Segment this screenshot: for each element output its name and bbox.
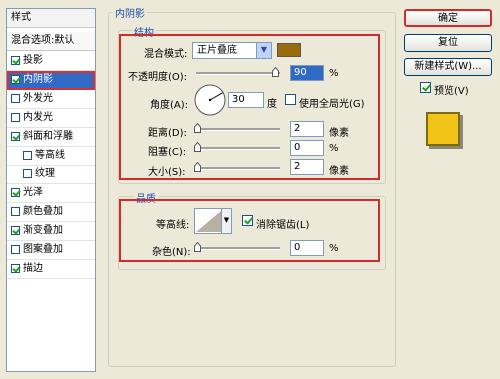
opacity-slider[interactable] — [196, 72, 280, 75]
new-style-button-label: 新建样式(W)... — [414, 61, 482, 72]
distance-slider[interactable] — [196, 128, 280, 131]
style-item[interactable]: 光泽 — [7, 184, 95, 204]
distance-slider-thumb[interactable] — [194, 123, 201, 133]
contour-label: 等高线: — [156, 220, 190, 231]
style-item[interactable]: 纹理 — [7, 165, 95, 185]
reset-button-label: 复位 — [438, 37, 458, 48]
opacity-slider-thumb[interactable] — [272, 67, 279, 77]
style-item-checkbox[interactable] — [11, 74, 20, 84]
noise-input[interactable]: 0 — [290, 240, 324, 256]
style-item-label: 内发光 — [23, 111, 53, 123]
distance-label: 距离(D): — [148, 128, 187, 139]
choke-slider-thumb[interactable] — [194, 142, 201, 152]
chevron-down-icon[interactable]: ▼ — [256, 43, 271, 58]
style-item[interactable]: 等高线 — [7, 147, 95, 166]
styles-header-label: 样式 — [11, 12, 31, 23]
style-item-checkbox[interactable] — [23, 169, 32, 179]
noise-unit: % — [329, 243, 339, 254]
style-item-checkbox[interactable] — [11, 131, 20, 141]
size-unit: 像素 — [329, 166, 349, 177]
ok-button-label: 确定 — [438, 13, 458, 24]
style-item-checkbox[interactable] — [11, 226, 20, 236]
styles-list: 样式 混合选项:默认 投影内阴影外发光内发光斜面和浮雕等高线纹理光泽颜色叠加渐变… — [6, 8, 96, 372]
style-item-label: 光泽 — [23, 187, 43, 199]
opacity-unit: % — [329, 68, 339, 79]
style-item-checkbox[interactable] — [11, 188, 20, 198]
blend-mode-value: 正片叠底 — [197, 45, 237, 56]
size-slider-thumb[interactable] — [194, 162, 201, 172]
angle-unit: 度 — [267, 99, 277, 110]
style-item-checkbox[interactable] — [11, 112, 20, 122]
styles-header[interactable]: 样式 — [7, 9, 95, 28]
size-input[interactable]: 2 — [290, 159, 324, 175]
shadow-color-swatch[interactable] — [277, 43, 301, 57]
style-item-checkbox[interactable] — [11, 207, 20, 217]
choke-input[interactable]: 0 — [290, 140, 324, 156]
preview-checkbox[interactable] — [420, 82, 431, 93]
choke-slider[interactable] — [196, 147, 280, 150]
style-item[interactable]: 描边 — [7, 260, 95, 279]
inner-shadow-title: 内阴影 — [113, 5, 147, 20]
chevron-down-icon[interactable]: ▼ — [221, 209, 231, 233]
opacity-input[interactable]: 90 — [290, 65, 324, 81]
style-item[interactable]: 内阴影 — [7, 70, 95, 90]
style-item[interactable]: 外发光 — [7, 90, 95, 109]
style-item-checkbox[interactable] — [23, 150, 32, 160]
global-light-checkbox[interactable] — [285, 94, 296, 105]
style-item-label: 内阴影 — [23, 73, 53, 85]
global-light-label: 使用全局光(G) — [299, 99, 365, 110]
distance-input[interactable]: 2 — [290, 121, 324, 137]
preview-label: 预览(V) — [434, 86, 469, 97]
style-item-checkbox[interactable] — [11, 93, 20, 103]
ok-button[interactable]: 确定 — [404, 9, 492, 27]
choke-unit: % — [329, 143, 339, 154]
style-item[interactable]: 颜色叠加 — [7, 203, 95, 223]
angle-label: 角度(A): — [150, 100, 189, 111]
style-item-checkbox[interactable] — [11, 56, 20, 65]
style-item-label: 投影 — [23, 55, 43, 66]
anti-alias-label: 消除锯齿(L) — [256, 220, 310, 231]
contour-picker[interactable]: ▼ — [194, 208, 232, 234]
blend-options-item[interactable]: 混合选项:默认 — [7, 32, 95, 51]
style-item-checkbox[interactable] — [11, 263, 20, 273]
style-item[interactable]: 内发光 — [7, 109, 95, 128]
size-label: 大小(S): — [148, 167, 186, 178]
contour-preview-icon — [196, 210, 222, 232]
style-item[interactable]: 斜面和浮雕 — [7, 128, 95, 147]
style-item-label: 颜色叠加 — [23, 206, 63, 218]
style-item-label: 外发光 — [23, 92, 53, 104]
noise-label: 杂色(N): — [152, 247, 191, 258]
style-item-label: 斜面和浮雕 — [23, 130, 73, 142]
distance-unit: 像素 — [329, 128, 349, 139]
style-item[interactable]: 渐变叠加 — [7, 222, 95, 242]
blend-mode-label: 混合模式: — [144, 49, 188, 60]
style-item-checkbox[interactable] — [11, 245, 20, 254]
noise-slider-thumb[interactable] — [194, 242, 201, 252]
style-item-label: 图案叠加 — [23, 244, 63, 255]
style-item-label: 等高线 — [35, 149, 65, 161]
style-item-label: 纹理 — [35, 168, 55, 180]
new-style-button[interactable]: 新建样式(W)... — [404, 58, 492, 76]
angle-input[interactable]: 30 — [228, 92, 264, 108]
blend-options-label: 混合选项:默认 — [11, 35, 75, 46]
anti-alias-checkbox[interactable] — [242, 215, 253, 226]
style-item-label: 描边 — [23, 262, 43, 274]
style-preview-swatch — [426, 112, 460, 146]
blend-mode-select[interactable]: 正片叠底 ▼ — [192, 42, 272, 59]
angle-dial[interactable] — [194, 84, 226, 116]
size-slider[interactable] — [196, 167, 280, 170]
choke-label: 阻塞(C): — [148, 147, 187, 158]
opacity-label: 不透明度(O): — [128, 72, 188, 83]
style-item[interactable]: 投影 — [7, 52, 95, 71]
noise-slider[interactable] — [196, 247, 280, 250]
style-item-label: 渐变叠加 — [23, 225, 63, 237]
reset-button[interactable]: 复位 — [404, 34, 492, 52]
style-item[interactable]: 图案叠加 — [7, 241, 95, 260]
